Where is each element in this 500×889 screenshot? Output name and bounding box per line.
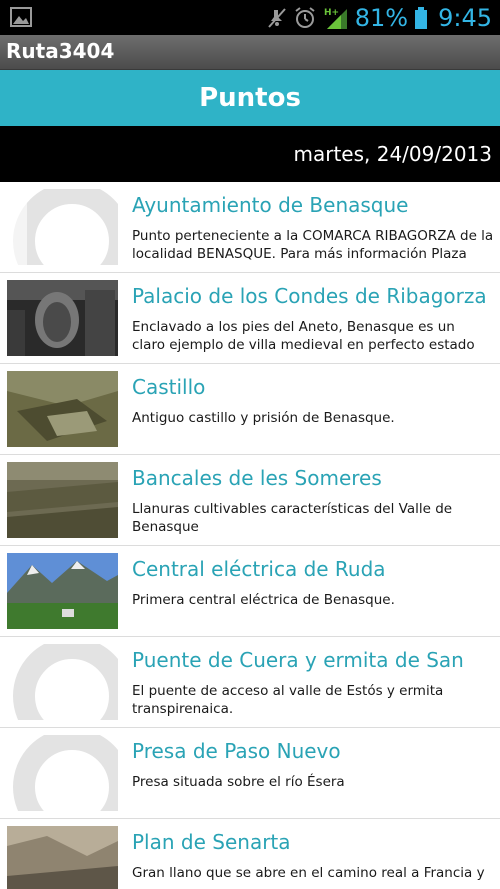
item-title: Palacio de los Condes de Ribagorza [132,284,487,308]
item-description: Presa situada sobre el río Ésera [132,774,345,790]
item-description: Llanuras cultivables características del… [132,501,453,535]
section-header: Puntos [0,70,500,126]
clock: 9:45 [438,3,492,32]
mountain-thumbnail [7,553,118,629]
date-bar: martes, 24/09/2013 [0,126,500,182]
date-label: martes, 24/09/2013 [293,142,492,166]
item-title: Central eléctrica de Ruda [132,557,386,581]
item-description: Punto perteneciente a la COMARCA RIBAGOR… [132,228,494,262]
item-title: Castillo [132,375,206,399]
item-description: El puente de acceso al valle de Estós y … [132,683,444,717]
item-title: Ayuntamiento de Benasque [132,193,409,217]
placeholder-thumbnail [7,735,118,811]
item-description: Antiguo castillo y prisión de Benasque. [132,410,395,426]
svg-text:H+: H+ [324,8,339,18]
status-bar: H+ 81% 9:45 [0,0,500,35]
item-title: Plan de Senarta [132,830,291,854]
battery-icon [415,6,428,29]
list-item[interactable]: Palacio de los Condes de Ribagorza Encla… [0,273,500,364]
item-description: Gran llano que se abre en el camino real… [132,865,485,881]
placeholder-thumbnail [7,189,118,265]
item-title: Presa de Paso Nuevo [132,739,341,763]
section-title: Puntos [199,83,301,113]
terraces-thumbnail [7,462,118,538]
points-list[interactable]: Ayuntamiento de Benasque Punto perteneci… [0,182,500,889]
item-description: Enclavado a los pies del Aneto, Benasque… [132,319,475,353]
alarm-icon [295,6,315,28]
gallery-icon [10,7,32,27]
list-item[interactable]: Central eléctrica de Ruda Primera centra… [0,546,500,637]
valley-thumbnail [7,826,118,889]
list-item[interactable]: Bancales de les Someres Llanuras cultiva… [0,455,500,546]
item-title: Bancales de les Someres [132,466,382,490]
app-title-bar: Ruta3404 [0,35,500,70]
placeholder-thumbnail [7,644,118,720]
mute-icon [268,7,286,28]
signal-icon: H+ [324,8,347,29]
list-item[interactable]: Puente de Cuera y ermita de San El puent… [0,637,500,728]
list-item[interactable]: Ayuntamiento de Benasque Punto perteneci… [0,182,500,273]
app-title: Ruta3404 [6,39,115,63]
list-item[interactable]: Presa de Paso Nuevo Presa situada sobre … [0,728,500,819]
battery-percent: 81% [354,3,409,32]
item-description: Primera central eléctrica de Benasque. [132,592,395,608]
list-item[interactable]: Plan de Senarta Gran llano que se abre e… [0,819,500,889]
castle-thumbnail [7,371,118,447]
item-title: Puente de Cuera y ermita de San [132,648,464,672]
list-item[interactable]: Castillo Antiguo castillo y prisión de B… [0,364,500,455]
palace-thumbnail [7,280,118,356]
